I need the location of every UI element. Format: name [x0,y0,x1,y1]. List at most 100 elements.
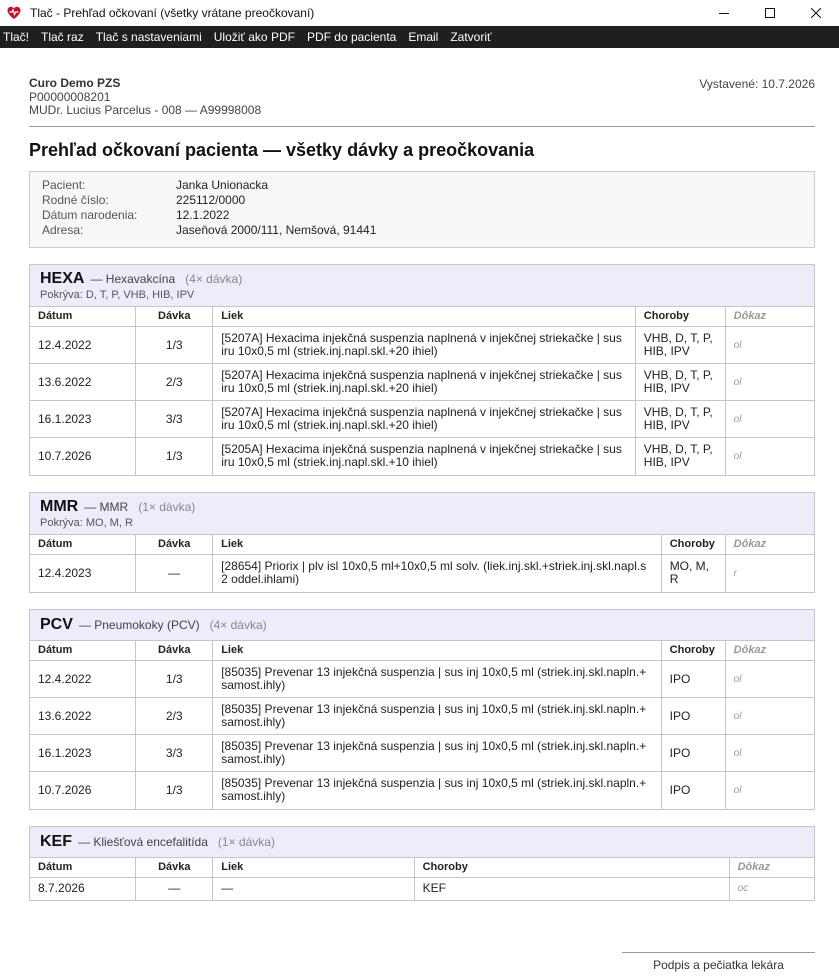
vaccination-groups: HEXA — Hexavakcína (4× dávka) Pokrýva: D, T… [29,263,815,901]
column-header-drug: Liek [212,640,662,661]
vaccine-group-mmr: MMR — MMR (1× dávka) Pokrýva: MO, M, R Dátum… [29,491,815,593]
cell-drug: [5207A] Hexacima injekčná suspenzia napl… [212,400,636,438]
cell-date: 12.4.2023 [30,554,137,592]
cell-diseases: IPO [661,660,726,698]
cell-drug: [5207A] Hexacima injekčná suspenzia napl… [212,363,636,401]
cell-dose: 3/3 [135,400,214,438]
cell-diseases: IPO [661,697,726,735]
cell-proof: r [733,567,738,579]
cell-drug: [85035] Prevenar 13 injekčná suspenzia |… [212,660,662,698]
close-icon[interactable] [793,0,839,26]
menu-item-3[interactable]: Uložiť ako PDF [214,30,295,44]
cell-date: 12.4.2022 [30,326,137,364]
cell-proof: ol [725,734,814,772]
vaccination-table: Dátum Dávka Liek Choroby Dôkaz 8.7.2026— — KEF o… [30,857,814,900]
table-header-row: Dátum Dávka Liek Choroby Dôkaz [30,640,814,661]
window-title: Tlač - Prehľad očkovaní (všetky vrátane … [30,6,315,20]
cell-diseases: VHB, D, T, P, HIB, IPV [635,363,726,401]
clinic-info: Curo Demo PZS P00000008201 MUDr. Lucius … [29,76,261,118]
table-row: 13.6.2022 2/3 [5207A] Hexacima injekčná su… [30,363,814,401]
cell-proof: ol [725,400,814,438]
column-header-date: Dátum [30,640,137,661]
table-row: 8.7.2026— — KEF oc [30,877,814,900]
cell-diseases: IPO [661,734,726,772]
cell-drug: [85035] Prevenar 13 injekčná suspenzia |… [212,771,662,809]
header-divider [29,125,815,127]
column-header-date: Dátum [30,306,137,327]
menu-item-2[interactable]: Tlač s nastaveniami [96,30,202,44]
menu-item-5[interactable]: Email [408,30,438,44]
cell-drug: [85035] Prevenar 13 injekčná suspenzia |… [212,734,662,772]
group-name: — MMR [84,499,129,514]
cell-diseases: VHB, D, T, P, HIB, IPV [635,400,726,438]
group-code: MMR [40,497,79,515]
cell-proof: oc [737,883,749,895]
cell-proof: ol [725,437,814,475]
column-header-proof: Dôkaz [725,306,814,327]
column-header-drug: Liek [212,306,636,327]
cell-dose: 1/3 [135,437,214,475]
table-header-row: Dátum Dávka Liek Choroby Dôkaz [30,857,814,878]
column-header-date: Dátum [30,534,137,555]
report-header: Curo Demo PZS P00000008201 MUDr. Lucius … [29,76,815,118]
column-header-proof: Dôkaz [729,857,814,878]
vaccine-group-hexa: HEXA — Hexavakcína (4× dávka) Pokrýva: D, T… [29,263,815,476]
cell-dose: 1/3 [135,660,214,698]
patient-field-label: Rodné číslo: [42,192,109,207]
table-row: 10.7.2026 1/3 [85035] Prevenar 13 injekčná… [30,771,814,809]
window-titlebar: Tlač - Prehľad očkovaní (všetky vrátane … [0,0,839,26]
table-header-row: Dátum Dávka Liek Choroby Dôkaz [30,306,814,327]
table-row: 12.4.2022 1/3 [85035] Prevenar 13 injekčná… [30,660,814,698]
vaccination-table: Dátum Dávka Liek Choroby Dôkaz 12.4.2023— [286… [30,534,814,592]
patient-field-label: Adresa: [42,222,84,237]
column-header-diseases: Choroby [635,306,726,327]
cell-diseases: IPO [661,771,726,809]
vaccine-group-pcv: PCV — Pneumokoky (PCV) (4× dávka) Dátum Dávk… [29,608,815,810]
column-header-diseases: Choroby [414,857,730,878]
cell-dose: — [135,554,214,592]
issued-date: Vystavené: 10.7.2026 [699,77,815,91]
group-dose-count: (1× dávka) [138,499,196,514]
column-header-proof: Dôkaz [725,640,814,661]
cell-proof: ol [725,771,814,809]
cell-dose: — [135,877,214,900]
group-name: — Hexavakcína [90,271,176,286]
cell-date: 12.4.2022 [30,660,137,698]
column-header-drug: Liek [212,534,662,555]
minimize-icon[interactable] [701,0,747,26]
signature-line: Podpis a pečiatka lekára [622,952,815,972]
vaccination-table: Dátum Dávka Liek Choroby Dôkaz 12.4.2022 1/3 [5… [30,306,814,475]
column-header-dose: Dávka [135,857,214,878]
cell-dose: 3/3 [135,734,214,772]
cell-date: 8.7.2026 [30,877,137,900]
table-row: 16.1.2023 3/3 [85035] Prevenar 13 injekčná… [30,734,814,772]
column-header-diseases: Choroby [661,534,726,555]
heart-app-icon [6,5,22,21]
group-covers: Pokrýva: D, T, P, VHB, HIB, IPV [40,288,195,301]
patient-field-label: Dátum narodenia: [42,207,138,222]
maximize-icon[interactable] [747,0,793,26]
cell-proof: ol [725,697,814,735]
column-header-dose: Dávka [135,534,214,555]
group-header: HEXA — Hexavakcína (4× dávka) Pokrýva: D, T… [30,264,814,307]
menu-bar: Tlač! Tlač raz Tlač s nastaveniami Uložiť a… [0,26,839,48]
table-row: 13.6.2022 2/3 [85035] Prevenar 13 injekčná… [30,697,814,735]
patient-field-value: 225112/0000 [176,192,246,207]
table-header-row: Dátum Dávka Liek Choroby Dôkaz [30,534,814,555]
cell-diseases: MO, M, R [661,554,726,592]
print-page: Curo Demo PZS P00000008201 MUDr. Lucius … [29,48,815,901]
menu-item-1[interactable]: Tlač raz [41,30,84,44]
menu-item-0[interactable]: Tlač! [3,30,29,44]
clinic-name: Curo Demo PZS [29,76,121,90]
patient-info-box: Pacient: Janka Unionacka Rodné číslo: 22511… [29,170,815,248]
menu-item-6[interactable]: Zatvoriť [450,30,491,44]
group-code: HEXA [40,269,85,287]
group-code: PCV [40,615,73,633]
cell-proof: ol [725,363,814,401]
patient-row: Adresa: Jaseňová 2000/111, Nemšová, 91441 [42,223,802,238]
column-header-date: Dátum [30,857,137,878]
group-dose-count: (4× dávka) [209,617,267,632]
group-header: PCV — Pneumokoky (PCV) (4× dávka) [30,609,814,641]
cell-dose: 2/3 [135,363,214,401]
menu-item-4[interactable]: PDF do pacienta [307,30,396,44]
